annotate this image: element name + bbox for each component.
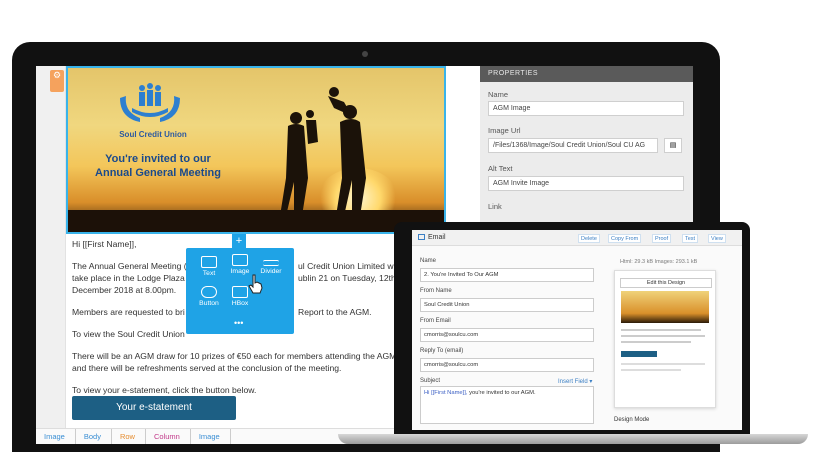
- family-silhouette: [280, 87, 366, 216]
- reply-to-label: Reply To (email): [420, 348, 464, 354]
- insert-field-dropdown[interactable]: Insert Field ▾: [558, 378, 592, 385]
- edit-design-button[interactable]: Edit this Design: [620, 278, 712, 288]
- breadcrumb-item[interactable]: Body: [76, 428, 112, 444]
- left-rail: ⚙: [36, 66, 66, 444]
- from-name-input[interactable]: Soul Credit Union: [420, 298, 594, 312]
- name-input[interactable]: AGM Image: [488, 101, 684, 116]
- credit-union-logo: [120, 83, 180, 122]
- gear-icon[interactable]: ⚙: [50, 70, 64, 92]
- name-label: Name: [488, 90, 509, 99]
- hero-title-line1: You're invited to our: [105, 153, 211, 165]
- hero-title-line2: Annual General Meeting: [95, 167, 221, 179]
- palette-label: HBox: [231, 300, 249, 307]
- palette-label: Button: [199, 300, 219, 307]
- name-label: Name: [420, 258, 437, 264]
- proof-button[interactable]: Proof: [652, 234, 672, 243]
- from-email-input[interactable]: cmorris@soulcu.com: [420, 328, 594, 342]
- image-url-label: Image Url: [488, 126, 521, 135]
- add-block-icon[interactable]: +: [232, 234, 246, 248]
- size-stats: Html: 29.3 kB Images: 293.1 kB: [620, 259, 698, 265]
- email-name-input[interactable]: 2. You're Invited To Our AGM: [420, 268, 594, 282]
- hero-image-block[interactable]: Soul Credit Union You're invited to our …: [66, 66, 446, 234]
- body-line: and there will be refreshments served at…: [72, 363, 342, 373]
- email-toolbar: Email Delete Copy From Proof Test View: [412, 230, 742, 246]
- breadcrumb-item[interactable]: Image: [191, 428, 231, 444]
- subject-textarea[interactable]: Hi [[First Name]], you're invited to our…: [420, 386, 594, 424]
- image-url-input[interactable]: /Files/1368/Image/Soul Credit Union/Soul…: [488, 138, 658, 153]
- test-button[interactable]: Test: [682, 234, 699, 243]
- palette-button[interactable]: Button: [192, 286, 226, 307]
- hero-title: You're invited to our Annual General Mee…: [78, 152, 238, 180]
- browse-image-icon[interactable]: ▤: [664, 138, 682, 153]
- alt-text-input[interactable]: AGM Invite Image: [488, 176, 684, 191]
- view-button[interactable]: View: [708, 234, 726, 243]
- subject-merge-tag: Hi [[First Name]],: [424, 390, 468, 396]
- estatement-button[interactable]: Your e-statement: [72, 396, 236, 420]
- palette-label: Text: [202, 270, 216, 277]
- design-thumbnail[interactable]: [614, 270, 716, 408]
- thumbnail-line: [621, 341, 691, 343]
- stage: ⚙ Soul Credit Union You're invited to ou…: [0, 0, 820, 454]
- alt-text-label: Alt Text: [488, 164, 513, 173]
- block-palette: Text Image Divider Button HBox •••: [186, 248, 294, 334]
- thumbnail-line: [621, 363, 705, 365]
- properties-header: PROPERTIES: [480, 66, 693, 82]
- thumbnail-line: [621, 335, 705, 337]
- insert-field-label: Insert Field: [558, 379, 588, 385]
- thumbnail-line: [621, 329, 701, 331]
- email-title: Email: [428, 234, 446, 241]
- envelope-icon: [418, 234, 425, 240]
- breadcrumb-item[interactable]: Image: [36, 428, 76, 444]
- hbox-icon: [232, 286, 248, 298]
- palette-image[interactable]: Image: [223, 254, 257, 275]
- body-line: To view your e-statement, click the butt…: [72, 385, 257, 395]
- email-settings-screen: Email Delete Copy From Proof Test View N…: [412, 230, 742, 430]
- reply-to-input[interactable]: cmorris@soulcu.com: [420, 358, 594, 372]
- delete-button[interactable]: Delete: [578, 234, 600, 243]
- image-icon: [232, 254, 248, 266]
- design-mode-label: Design Mode: [614, 417, 650, 423]
- logo-wordmark: Soul Credit Union: [119, 130, 187, 139]
- copy-from-button[interactable]: Copy From: [608, 234, 642, 243]
- small-laptop-base: [338, 434, 808, 444]
- subject-text: you're invited to our AGM.: [467, 390, 536, 396]
- camera-dot: [362, 51, 368, 57]
- thumbnail-hero: [621, 291, 709, 323]
- palette-divider[interactable]: Divider: [254, 256, 288, 275]
- breadcrumb-item[interactable]: Column: [146, 428, 191, 444]
- palette-label: Image: [230, 268, 250, 275]
- divider-icon: [263, 260, 279, 266]
- button-icon: [201, 286, 217, 298]
- text-block-icon: [201, 256, 217, 268]
- breadcrumb-item[interactable]: Row: [112, 428, 146, 444]
- from-email-label: From Email: [420, 318, 451, 324]
- body-line: There will be an AGM draw for 10 prizes …: [72, 351, 397, 361]
- link-label: Link: [488, 202, 502, 211]
- more-blocks-icon[interactable]: •••: [234, 318, 243, 328]
- grass-silhouette: [68, 210, 444, 232]
- from-name-label: From Name: [420, 288, 452, 294]
- thumbnail-line: [621, 369, 681, 371]
- thumbnail-button: [621, 351, 657, 357]
- subject-label: Subject: [420, 378, 441, 384]
- palette-text[interactable]: Text: [192, 256, 226, 277]
- hand-cursor-icon: [248, 274, 263, 294]
